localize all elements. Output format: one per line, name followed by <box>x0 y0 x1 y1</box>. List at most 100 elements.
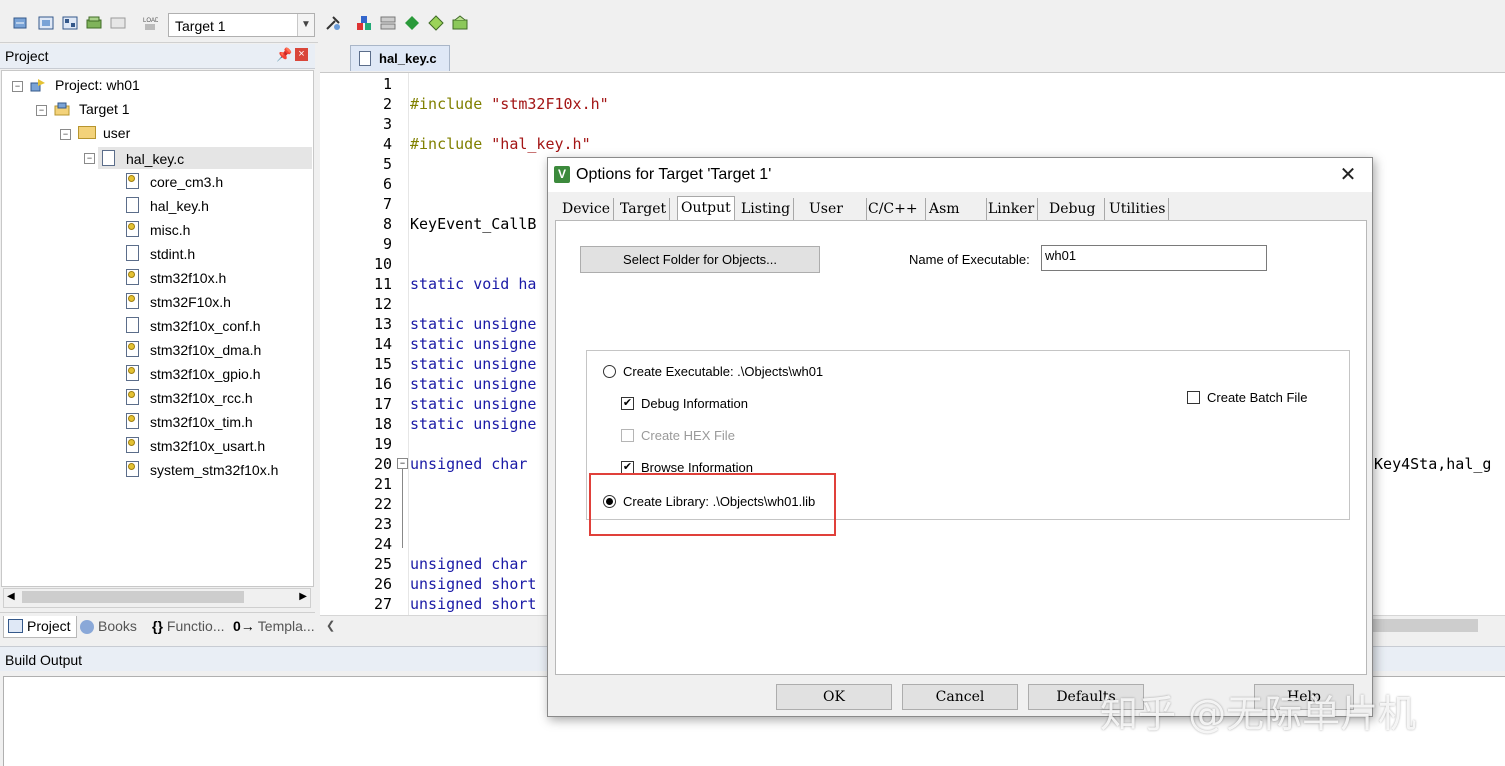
tree-item-header[interactable]: stm32f10x_tim.h <box>126 413 253 430</box>
cancel-button[interactable]: Cancel <box>902 684 1018 710</box>
batch-build-icon[interactable] <box>86 15 102 31</box>
tree-item-header[interactable]: stm32f10x_rcc.h <box>126 389 253 406</box>
tab-user[interactable]: User <box>806 198 867 220</box>
project-panel-title: Project <box>5 48 49 64</box>
chevron-down-icon[interactable]: ▼ <box>297 14 314 36</box>
header-file-icon <box>126 197 139 213</box>
header-file-icon <box>126 389 139 405</box>
scrollbar-thumb[interactable] <box>22 591 244 603</box>
tree-item-project[interactable]: Project: wh01 <box>30 77 140 93</box>
tree-item-folder-user[interactable]: user <box>78 125 130 141</box>
tab-output[interactable]: Output <box>677 196 735 222</box>
select-folder-button[interactable]: Select Folder for Objects... <box>580 246 820 273</box>
header-file-icon <box>126 293 139 309</box>
rebuild-icon[interactable] <box>62 15 78 31</box>
header-file-icon <box>126 317 139 333</box>
tab-project[interactable]: Project <box>3 616 77 638</box>
line-number: 16 <box>373 375 392 393</box>
create-hex-checkbox[interactable] <box>621 429 634 442</box>
tab-linker[interactable]: Linker <box>985 198 1039 220</box>
tree-item-header[interactable]: system_stm32f10x.h <box>126 461 278 478</box>
code-line: static unsigne <box>410 355 537 373</box>
tree-item-header[interactable]: stm32f10x_usart.h <box>126 437 265 454</box>
templates-icon: 0→ <box>233 618 255 634</box>
collapse-toggle-icon[interactable]: − <box>12 81 23 92</box>
tab-utilities[interactable]: Utilities <box>1106 198 1170 220</box>
tab-device[interactable]: Device <box>559 198 615 220</box>
tree-item-label: Project: wh01 <box>55 77 140 93</box>
line-number: 3 <box>382 115 392 133</box>
close-icon[interactable]: ✕ <box>1336 163 1360 187</box>
tree-item-header[interactable]: stm32f10x.h <box>126 269 226 286</box>
header-file-icon <box>126 341 139 357</box>
dialog-title: Options for Target 'Target 1' <box>576 166 772 183</box>
build-icon[interactable] <box>38 15 54 31</box>
tab-templates[interactable]: 0→ Templa... <box>233 616 315 637</box>
tree-item-label: user <box>103 125 131 141</box>
tab-label: Functio... <box>166 618 225 634</box>
name-of-executable-input[interactable]: wh01 <box>1041 245 1267 271</box>
target-icon <box>54 102 70 116</box>
project-icon <box>30 78 46 92</box>
code-line: unsigned short <box>410 595 537 613</box>
header-file-icon <box>126 173 139 189</box>
header-file-icon <box>126 269 139 285</box>
scroll-right-icon[interactable]: ▶ <box>299 591 307 602</box>
collapse-toggle-icon[interactable]: − <box>36 105 47 116</box>
collapse-toggle-icon[interactable]: − <box>60 129 71 140</box>
tab-hal-key-c[interactable]: hal_key.c <box>350 45 450 71</box>
tree-item-header[interactable]: stm32f10x_dma.h <box>126 341 261 358</box>
dialog-title-bar: V Options for Target 'Target 1' ✕ <box>548 158 1372 192</box>
debug-information-checkbox[interactable]: ✔ <box>621 397 634 410</box>
scroll-left-icon[interactable]: ❮ <box>326 619 335 632</box>
ok-button[interactable]: OK <box>776 684 892 710</box>
scroll-left-icon[interactable]: ◀ <box>7 591 15 602</box>
line-number: 14 <box>373 335 392 353</box>
tab-label: Templa... <box>257 618 315 634</box>
download-icon[interactable]: LOAD <box>142 15 160 31</box>
tree-item-header[interactable]: stm32F10x.h <box>126 293 231 310</box>
line-number: 6 <box>382 175 392 193</box>
tab-c-cpp[interactable]: C/C++ <box>865 198 926 220</box>
tree-item-header[interactable]: stm32f10x_gpio.h <box>126 365 261 382</box>
watermark: 知乎 @无际单片机 <box>1100 692 1417 736</box>
translate-icon[interactable] <box>12 15 28 31</box>
stop-build-icon[interactable] <box>110 15 126 31</box>
collapse-toggle-icon[interactable]: − <box>84 153 95 164</box>
scrollbar-thumb[interactable] <box>1368 619 1478 632</box>
tab-debug[interactable]: Debug <box>1046 198 1105 220</box>
tree-item-label: system_stm32f10x.h <box>150 462 279 478</box>
tree-item-target[interactable]: Target 1 <box>54 101 130 117</box>
build-output-title: Build Output <box>5 652 83 668</box>
tab-asm[interactable]: Asm <box>926 198 987 220</box>
tab-books[interactable]: Books <box>80 616 144 637</box>
create-executable-radio[interactable] <box>603 365 616 378</box>
tree-item-header[interactable]: hal_key.h <box>126 197 209 214</box>
line-number: 27 <box>373 595 392 613</box>
toolbar: LOAD Target 1 ▼ <box>0 0 1505 43</box>
select-packs-icon[interactable] <box>404 15 420 31</box>
pack-installer-icon[interactable] <box>380 15 396 31</box>
tree-item-header[interactable]: stm32f10x_conf.h <box>126 317 261 334</box>
target-select[interactable]: Target 1 ▼ <box>168 13 315 37</box>
tree-item-header[interactable]: core_cm3.h <box>126 173 223 190</box>
tree-item-label: hal_key.h <box>150 198 209 214</box>
tree-item-header[interactable]: stdint.h <box>126 245 195 262</box>
tree-item-file-selected[interactable]: hal_key.c <box>98 147 312 169</box>
manage-rte-icon[interactable] <box>428 15 444 31</box>
close-icon[interactable]: × <box>295 48 308 61</box>
create-batch-checkbox[interactable] <box>1187 391 1200 404</box>
line-number: 11 <box>373 275 392 293</box>
functions-icon: {} <box>152 618 163 634</box>
project-horizontal-scrollbar[interactable]: ◀ ▶ <box>3 588 311 608</box>
rte-green-icon[interactable] <box>452 15 468 31</box>
tab-listing[interactable]: Listing <box>738 198 795 220</box>
tab-functions[interactable]: {} Functio... <box>152 616 230 637</box>
tab-target[interactable]: Target <box>617 198 671 220</box>
target-options-icon[interactable] <box>325 15 341 31</box>
manage-components-icon[interactable] <box>356 15 372 31</box>
tree-item-header[interactable]: misc.h <box>126 221 190 238</box>
header-file-icon <box>126 245 139 261</box>
pin-icon[interactable]: 📌 <box>276 47 292 63</box>
line-number: 19 <box>373 435 392 453</box>
